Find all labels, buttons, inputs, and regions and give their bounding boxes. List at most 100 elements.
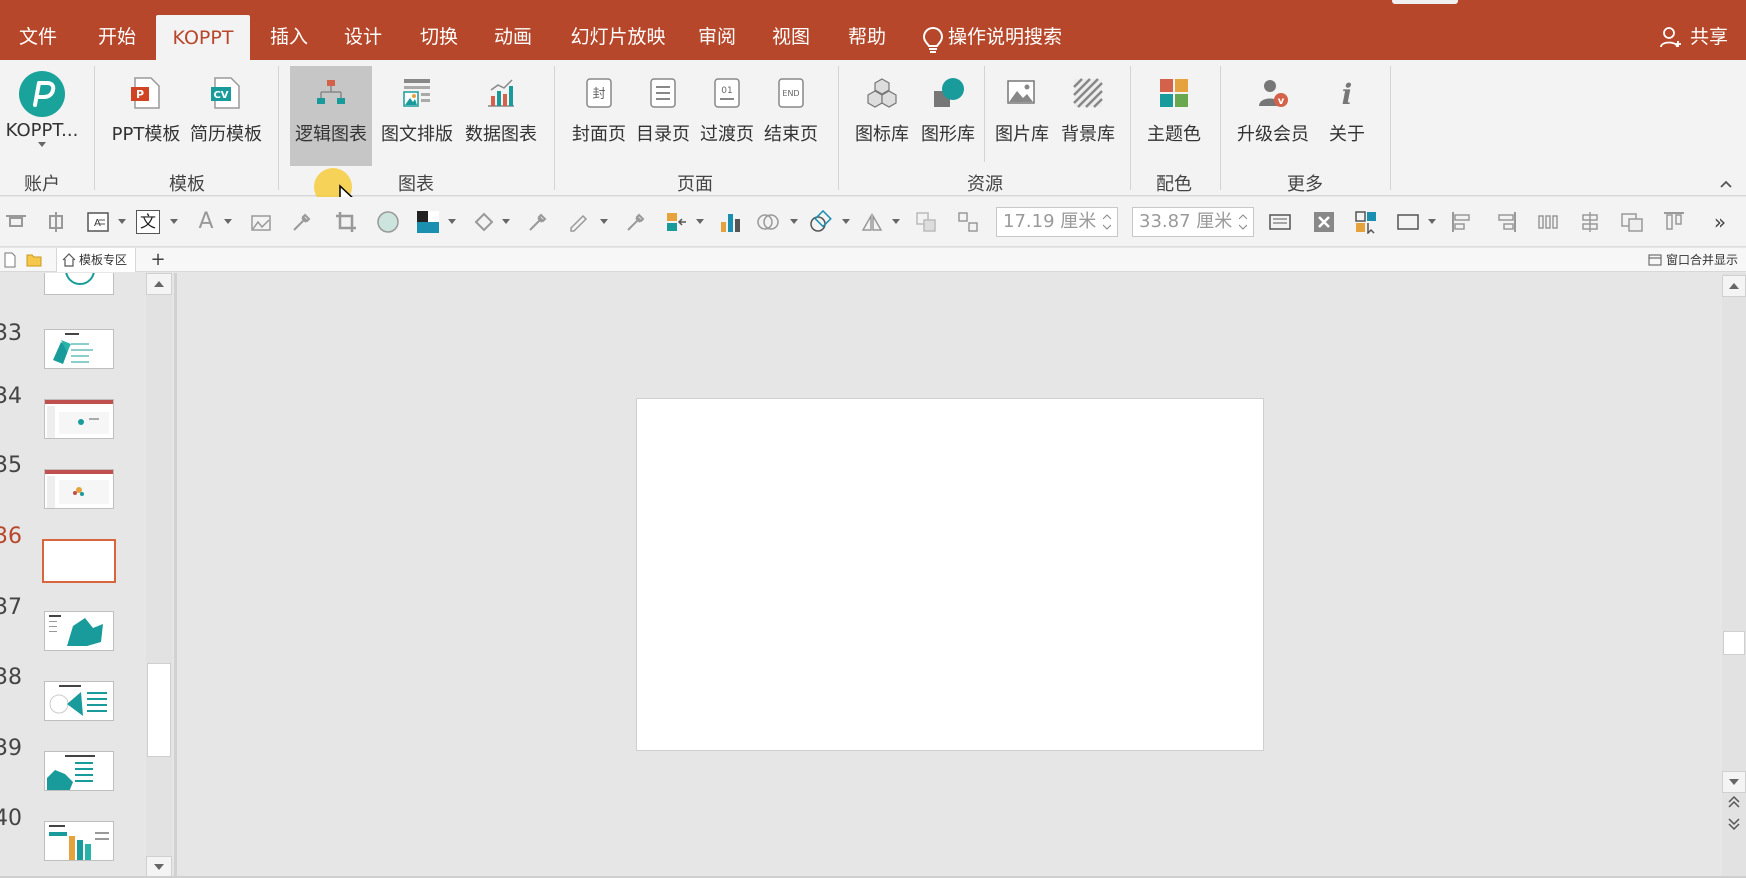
current-slide-blank[interactable] xyxy=(636,398,1264,751)
logic-chart-button[interactable]: 逻辑图表 xyxy=(290,66,372,166)
chevron-down-icon[interactable] xyxy=(892,219,900,224)
picture-library-button[interactable]: 图片库 xyxy=(990,66,1054,166)
chevron-down-icon[interactable] xyxy=(170,219,178,224)
theme-color-button[interactable]: 主题色 xyxy=(1142,66,1206,166)
tab-koppt[interactable]: KOPPT xyxy=(156,15,250,61)
shape-height-input[interactable]: 17.19 厘米 xyxy=(996,207,1118,237)
eyedropper-icon[interactable] xyxy=(290,210,314,234)
folder-icon[interactable] xyxy=(26,253,42,267)
scroll-down-button[interactable] xyxy=(146,856,172,878)
next-slide-icon[interactable] xyxy=(1727,817,1741,831)
image-align-icon[interactable] xyxy=(1620,210,1644,234)
scroll-up-button[interactable] xyxy=(146,273,172,295)
collapse-ribbon-icon[interactable] xyxy=(1720,178,1732,190)
align-top-icon[interactable] xyxy=(4,210,28,234)
spinner-arrows-icon[interactable] xyxy=(1103,212,1111,232)
tab-animations[interactable]: 动画 xyxy=(482,14,544,60)
tab-insert[interactable]: 插入 xyxy=(258,14,320,60)
data-chart-button[interactable]: 数据图表 xyxy=(460,66,542,166)
scroll-up-button[interactable] xyxy=(1722,275,1746,297)
align-top-edge-icon[interactable] xyxy=(1662,210,1686,234)
scrollbar-thumb[interactable] xyxy=(1723,631,1745,655)
shape-fill-icon[interactable] xyxy=(376,210,400,234)
background-library-button[interactable]: 背景库 xyxy=(1056,66,1120,166)
outline-pen-icon[interactable] xyxy=(568,210,592,234)
chart-icon[interactable] xyxy=(718,210,742,234)
align-left-icon[interactable] xyxy=(1450,210,1474,234)
chevron-down-icon[interactable] xyxy=(118,219,126,224)
color-swatch-icon[interactable] xyxy=(416,210,440,234)
keyboard-icon[interactable] xyxy=(1268,210,1292,234)
spinner-arrows-icon[interactable] xyxy=(1239,212,1247,232)
slide-thumbnail[interactable] xyxy=(44,751,114,791)
resume-template-button[interactable]: CV 简历模板 xyxy=(186,66,266,166)
eyedropper-icon[interactable] xyxy=(624,210,648,234)
rotate-icon[interactable] xyxy=(860,210,884,234)
chevron-down-icon[interactable] xyxy=(1428,219,1436,224)
cover-page-button[interactable]: 封 封面页 xyxy=(568,66,630,166)
chevron-down-icon[interactable] xyxy=(600,219,608,224)
about-button[interactable]: i 关于 xyxy=(1316,66,1378,166)
tab-slideshow[interactable]: 幻灯片放映 xyxy=(566,14,670,60)
chevron-down-icon[interactable] xyxy=(224,219,232,224)
slide-thumbnail[interactable] xyxy=(44,399,114,439)
eyedropper-icon[interactable] xyxy=(526,210,550,234)
ungroup-icon[interactable] xyxy=(956,210,980,234)
tab-home[interactable]: 开始 xyxy=(86,14,148,60)
toc-page-button[interactable]: 目录页 xyxy=(632,66,694,166)
replace-icon[interactable] xyxy=(664,210,688,234)
scrollbar-thumb[interactable] xyxy=(147,663,171,757)
merge-window-toggle[interactable]: 窗口合并显示 xyxy=(1646,248,1738,272)
edit-shape-icon[interactable] xyxy=(808,210,832,234)
tab-template-zone[interactable]: 模板专区 xyxy=(56,248,137,272)
transition-page-button[interactable]: 01 过渡页 xyxy=(696,66,758,166)
align-middle-icon[interactable] xyxy=(44,210,68,234)
thumbnail-scrollbar[interactable] xyxy=(146,273,172,878)
vertical-text-icon[interactable]: 文 xyxy=(136,210,160,234)
tab-design[interactable]: 设计 xyxy=(332,14,394,60)
scroll-down-button[interactable] xyxy=(1722,771,1746,793)
shape-width-input[interactable]: 33.87 厘米 xyxy=(1132,207,1254,237)
previous-slide-icon[interactable] xyxy=(1727,795,1741,809)
new-document-icon[interactable] xyxy=(4,252,16,268)
align-frame-icon[interactable] xyxy=(1396,210,1420,234)
ppt-template-button[interactable]: P PPT模板 xyxy=(108,66,184,166)
distribute-horizontal-icon[interactable] xyxy=(1536,210,1560,234)
group-icon[interactable] xyxy=(914,210,938,234)
end-page-button[interactable]: END 结束页 xyxy=(760,66,822,166)
canvas-scrollbar[interactable] xyxy=(1722,273,1746,878)
slide-thumbnail[interactable] xyxy=(44,273,114,295)
delete-box-icon[interactable] xyxy=(1312,210,1336,234)
upgrade-member-button[interactable]: v 升级会员 xyxy=(1232,66,1314,166)
shape-library-button[interactable]: 图形库 xyxy=(916,66,980,166)
chevron-down-icon[interactable] xyxy=(842,219,850,224)
merge-shapes-icon[interactable] xyxy=(756,210,780,234)
icon-library-button[interactable]: 图标库 xyxy=(850,66,914,166)
tab-review[interactable]: 审阅 xyxy=(686,14,748,60)
tell-me-search[interactable]: 操作说明搜索 xyxy=(948,14,1068,60)
koppt-account-button[interactable]: KOPPT... xyxy=(2,66,82,166)
tab-view[interactable]: 视图 xyxy=(760,14,822,60)
chevron-down-icon[interactable] xyxy=(696,219,704,224)
slide-thumbnail[interactable] xyxy=(44,821,114,861)
distribute-vertical-icon[interactable] xyxy=(1578,210,1602,234)
chevron-down-icon[interactable] xyxy=(502,219,510,224)
tab-transitions[interactable]: 切换 xyxy=(408,14,470,60)
align-right-icon[interactable] xyxy=(1494,210,1518,234)
paint-bucket-icon[interactable] xyxy=(472,210,496,234)
slide-thumbnail-active[interactable] xyxy=(42,539,116,583)
share-button[interactable]: 共享 xyxy=(1660,14,1728,60)
add-tab-button[interactable]: + xyxy=(146,248,170,272)
text-box-icon[interactable]: A xyxy=(86,210,110,234)
font-color-icon[interactable]: A xyxy=(194,210,218,234)
chevron-down-icon[interactable] xyxy=(448,219,456,224)
picture-edit-icon[interactable] xyxy=(248,210,272,234)
slide-thumbnail[interactable] xyxy=(44,469,114,509)
more-toolbar-icon[interactable]: » xyxy=(1708,210,1732,234)
slide-thumbnail[interactable] xyxy=(44,611,114,651)
crop-icon[interactable] xyxy=(334,210,358,234)
slide-thumbnail[interactable] xyxy=(44,329,114,369)
image-text-layout-button[interactable]: 图文排版 xyxy=(376,66,458,166)
tab-file[interactable]: 文件 xyxy=(10,14,66,60)
select-pane-icon[interactable] xyxy=(1354,210,1378,234)
